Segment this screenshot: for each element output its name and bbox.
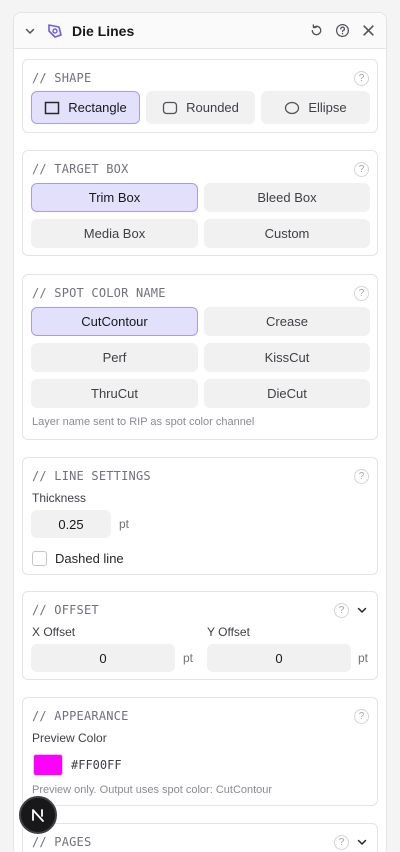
button-label: Media Box xyxy=(83,226,146,241)
reset-icon[interactable] xyxy=(308,23,324,39)
y-offset-input[interactable]: 0 xyxy=(207,644,351,672)
next-logo-icon xyxy=(32,809,44,822)
section-title: // SPOT COLOR NAME xyxy=(32,286,166,300)
target-bleed-box-button[interactable]: Bleed Box xyxy=(204,183,370,212)
help-icon[interactable]: ? xyxy=(354,161,369,177)
chevron-down-icon[interactable] xyxy=(24,25,36,37)
help-icon[interactable] xyxy=(334,23,350,39)
target-media-box-button[interactable]: Media Box xyxy=(31,219,198,248)
button-label: Crease xyxy=(266,314,308,329)
button-label: CutContour xyxy=(81,314,148,329)
thickness-input[interactable]: 0.25 xyxy=(31,510,111,538)
spot-color-hint: Layer name sent to RIP as spot color cha… xyxy=(32,416,255,428)
rounded-rectangle-icon xyxy=(162,101,178,115)
help-icon[interactable]: ? xyxy=(354,70,369,86)
x-offset-label: X Offset xyxy=(32,625,76,639)
rectangle-icon xyxy=(44,101,60,115)
button-label: Trim Box xyxy=(88,190,141,205)
panel-header: Die Lines xyxy=(14,13,386,49)
help-icon[interactable]: ? xyxy=(334,834,349,850)
button-label: DieCut xyxy=(267,386,307,401)
button-label: Custom xyxy=(264,226,310,241)
panel-title: Die Lines xyxy=(72,22,135,39)
shape-rectangle-button[interactable]: Rectangle xyxy=(31,91,140,124)
section-title: // LINE SETTINGS xyxy=(32,469,151,483)
target-custom-button[interactable]: Custom xyxy=(204,219,370,248)
button-label: Ellipse xyxy=(308,100,347,115)
x-offset-input[interactable]: 0 xyxy=(31,644,175,672)
button-label: ThruCut xyxy=(91,386,138,401)
offset-section: // OFFSET ? X Offset 0 pt Y Offset 0 pt xyxy=(22,591,378,680)
close-icon[interactable] xyxy=(360,23,376,39)
section-title: // PAGES xyxy=(32,835,92,849)
spot-kisscut-button[interactable]: KissCut xyxy=(204,343,370,372)
die-lines-panel: Die Lines // SHAPE ? Rectangle Rounded E… xyxy=(13,12,387,852)
help-icon[interactable]: ? xyxy=(354,285,369,301)
preview-color-label: Preview Color xyxy=(32,731,107,745)
button-label: Perf xyxy=(102,350,127,365)
help-icon[interactable]: ? xyxy=(354,468,369,484)
spot-color-section: // SPOT COLOR NAME ? CutContour Crease P… xyxy=(22,274,378,440)
pages-section: // PAGES ? xyxy=(22,823,378,852)
ellipse-icon xyxy=(284,101,300,115)
button-label: Rectangle xyxy=(68,100,127,115)
appearance-section: // APPEARANCE ? Preview Color #FF00FF Pr… xyxy=(22,697,378,806)
shape-section: // SHAPE ? Rectangle Rounded Ellipse xyxy=(22,59,378,133)
help-icon[interactable]: ? xyxy=(334,602,349,618)
chevron-down-icon[interactable] xyxy=(355,603,369,617)
next-logo-button[interactable] xyxy=(19,796,57,834)
section-title: // SHAPE xyxy=(32,71,92,85)
spot-thrucut-button[interactable]: ThruCut xyxy=(31,379,198,408)
shape-rounded-button[interactable]: Rounded xyxy=(146,91,255,124)
y-offset-unit: pt xyxy=(358,651,369,665)
line-settings-section: // LINE SETTINGS ? Thickness 0.25 pt Das… xyxy=(22,457,378,575)
dashed-line-label: Dashed line xyxy=(55,551,124,566)
target-trim-box-button[interactable]: Trim Box xyxy=(31,183,198,212)
die-line-logo-icon xyxy=(46,22,64,40)
button-label: Rounded xyxy=(186,100,239,115)
preview-color-swatch[interactable] xyxy=(33,754,63,776)
preview-color-hex: #FF00FF xyxy=(71,758,122,772)
spot-diecut-button[interactable]: DieCut xyxy=(204,379,370,408)
target-box-section: // TARGET BOX ? Trim Box Bleed Box Media… xyxy=(22,150,378,256)
help-icon[interactable]: ? xyxy=(354,708,369,724)
shape-ellipse-button[interactable]: Ellipse xyxy=(261,91,370,124)
section-title: // TARGET BOX xyxy=(32,162,129,176)
section-title: // APPEARANCE xyxy=(32,709,129,723)
spot-crease-button[interactable]: Crease xyxy=(204,307,370,336)
chevron-down-icon[interactable] xyxy=(355,835,369,849)
spot-cutcontour-button[interactable]: CutContour xyxy=(31,307,198,336)
appearance-hint: Preview only. Output uses spot color: Cu… xyxy=(32,784,273,796)
section-title: // OFFSET xyxy=(32,603,99,617)
y-offset-label: Y Offset xyxy=(207,625,250,639)
x-offset-unit: pt xyxy=(183,651,194,665)
spot-perf-button[interactable]: Perf xyxy=(31,343,198,372)
button-label: KissCut xyxy=(264,350,310,365)
button-label: Bleed Box xyxy=(257,190,317,205)
thickness-unit: pt xyxy=(119,517,130,531)
dashed-line-checkbox[interactable] xyxy=(32,551,47,566)
thickness-label: Thickness xyxy=(32,491,87,505)
